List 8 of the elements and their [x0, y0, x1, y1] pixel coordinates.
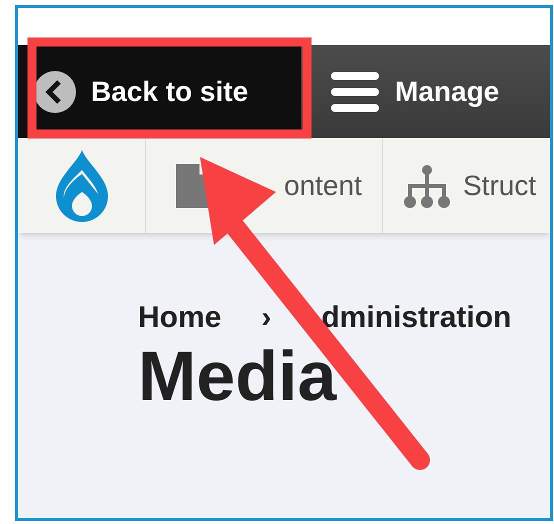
breadcrumb-link[interactable]: dministration: [321, 301, 512, 335]
tray-link[interactable]: Struct: [383, 138, 536, 233]
breadcrumb-separator: ›: [261, 301, 272, 335]
manage-link[interactable]: Manage: [301, 45, 550, 138]
breadcrumb-link[interactable]: Home: [138, 301, 222, 335]
page-title: Media: [138, 341, 338, 411]
sitemap-icon: [403, 164, 451, 208]
menu-icon: [331, 70, 379, 114]
